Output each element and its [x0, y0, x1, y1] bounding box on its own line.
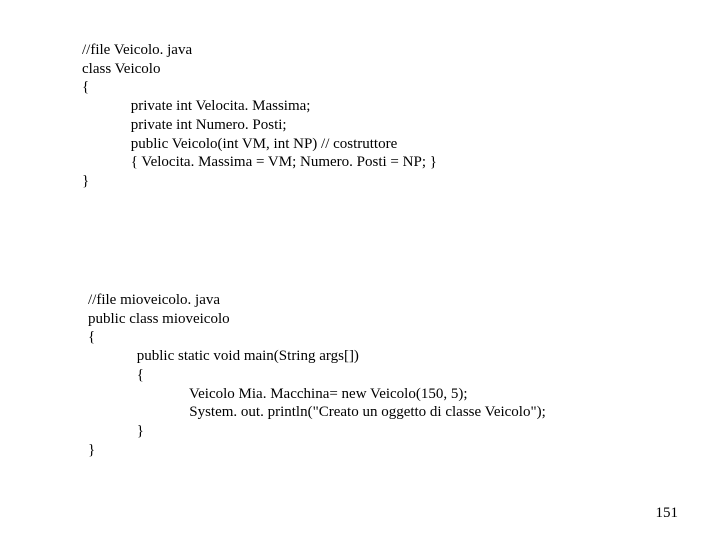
- code-block-mioveicolo: //file mioveicolo. java public class mio…: [88, 272, 546, 478]
- slide-page: //file Veicolo. java class Veicolo { pri…: [0, 0, 720, 540]
- page-number: 151: [656, 505, 679, 522]
- code-line: {: [82, 79, 89, 95]
- code-line: Veicolo Mia. Macchina= new Veicolo(150, …: [88, 386, 468, 402]
- code-line: public Veicolo(int VM, int NP) // costru…: [82, 136, 397, 152]
- code-line: //file mioveicolo. java: [88, 292, 220, 308]
- code-line: public static void main(String args[]): [88, 348, 359, 364]
- code-line: System. out. println("Creato un oggetto …: [88, 404, 546, 420]
- code-line: {: [88, 329, 95, 345]
- code-line: //file Veicolo. java: [82, 42, 192, 58]
- code-line: { Velocita. Massima = VM; Numero. Posti …: [82, 154, 437, 170]
- code-line: class Veicolo: [82, 61, 160, 77]
- code-line: }: [88, 423, 144, 439]
- code-line: public class mioveicolo: [88, 311, 230, 327]
- code-line: }: [88, 442, 95, 458]
- code-line: }: [82, 173, 89, 189]
- code-line: private int Numero. Posti;: [82, 117, 287, 133]
- code-line: {: [88, 367, 144, 383]
- code-block-veicolo: //file Veicolo. java class Veicolo { pri…: [82, 22, 437, 210]
- code-line: private int Velocita. Massima;: [82, 98, 310, 114]
